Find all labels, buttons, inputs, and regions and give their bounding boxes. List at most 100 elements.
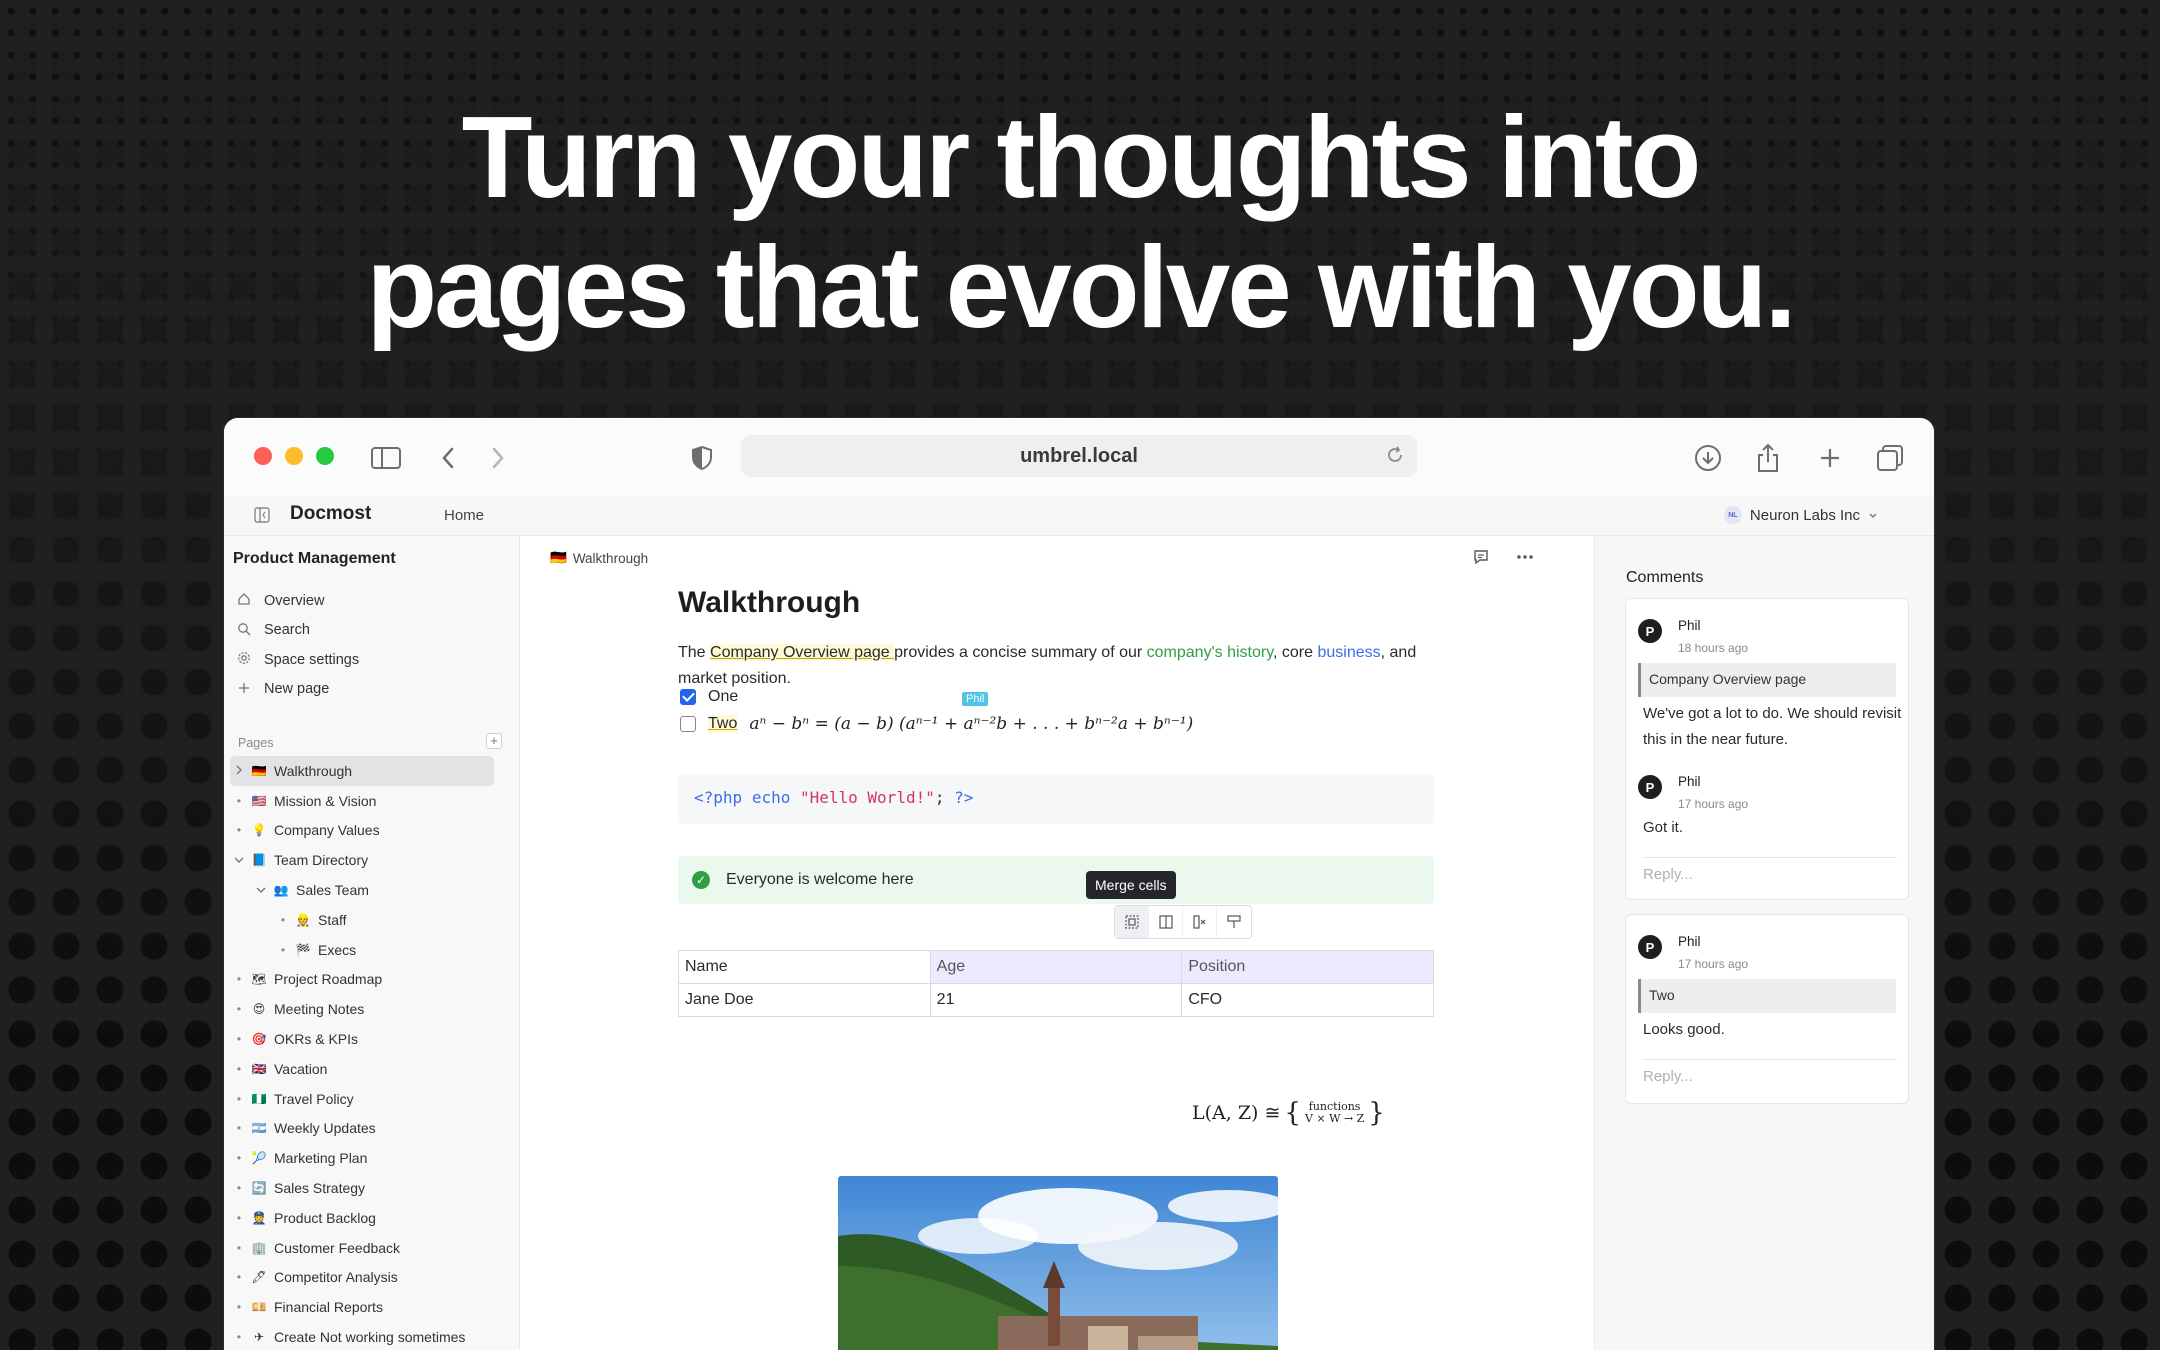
close-window-button[interactable] — [254, 447, 272, 465]
downloads-icon[interactable] — [1692, 442, 1724, 474]
history-link[interactable]: company's history — [1147, 644, 1273, 661]
table-row: Jane Doe 21 CFO — [678, 983, 1434, 1017]
page-tree-item[interactable]: • 🎯 OKRs & KPIs — [230, 1024, 514, 1054]
page-tree-item[interactable]: • 🔄 Sales Strategy — [230, 1173, 514, 1203]
comments-toggle-icon[interactable] — [1472, 548, 1490, 571]
page-tree-item[interactable]: • 🇬🇧 Vacation — [230, 1054, 514, 1084]
window-controls — [254, 447, 334, 465]
page-tree-item[interactable]: 📘 Team Directory — [230, 845, 514, 875]
landscape-image[interactable] — [838, 1176, 1278, 1350]
table-header-cell[interactable]: Age — [929, 950, 1183, 984]
page-tree-item[interactable]: • ✈ Create Not working sometimes — [230, 1322, 514, 1350]
reply-input[interactable]: Reply... — [1643, 1059, 1897, 1085]
add-page-button[interactable]: + — [486, 733, 502, 749]
page-tree-item[interactable]: • 💡 Company Values — [230, 816, 514, 846]
page-tree-item[interactable]: • 👷 Staff — [230, 905, 514, 935]
task-label[interactable]: Two — [708, 715, 738, 733]
bullet-icon: • — [236, 1151, 242, 1166]
tab-overview-icon[interactable] — [1874, 442, 1906, 474]
page-tree-item[interactable]: • 💴 Financial Reports — [230, 1292, 514, 1322]
app-header: Docmost Home NL Neuron Labs Inc — [224, 496, 1934, 536]
maximize-window-button[interactable] — [316, 447, 334, 465]
page-title[interactable]: Walkthrough — [678, 586, 860, 620]
commented-text-link[interactable]: Company Overview page — [710, 644, 895, 661]
page-emoji: 🗺 — [251, 972, 267, 987]
more-options-icon[interactable] — [1516, 548, 1534, 571]
task-label[interactable]: One — [708, 688, 738, 706]
back-icon[interactable] — [432, 442, 464, 474]
table-cell[interactable]: Jane Doe — [678, 983, 931, 1017]
sidebar-item-new-page[interactable]: New page — [236, 675, 359, 705]
page-emoji: 😍 — [252, 1002, 266, 1017]
page-emoji: 👥 — [273, 883, 289, 898]
bullet-icon: • — [236, 1330, 242, 1345]
sidebar-item-overview[interactable]: Overview — [236, 586, 359, 616]
page-tree-item[interactable]: • 😍 Meeting Notes — [230, 994, 514, 1024]
bullet-icon: • — [236, 1240, 242, 1255]
business-link[interactable]: business — [1317, 644, 1380, 661]
home-link[interactable]: Home — [444, 507, 484, 524]
bullet-icon: • — [236, 1300, 242, 1315]
sidebar-toggle-icon[interactable] — [370, 442, 402, 474]
page-tree-item[interactable]: • 🏢 Customer Feedback — [230, 1233, 514, 1263]
page-actions — [1472, 548, 1534, 571]
sidebar-collapse-icon[interactable] — [254, 507, 270, 528]
code-block[interactable]: <?php echo "Hello World!"; ?> — [678, 774, 1434, 824]
sidebar-item-search[interactable]: Search — [236, 616, 359, 646]
block-equation[interactable]: L(A, Z) ≅ { functions V × W → Z } — [1192, 1098, 1385, 1128]
app-brand[interactable]: Docmost — [290, 503, 371, 525]
task-checkbox[interactable] — [680, 716, 696, 732]
intro-paragraph[interactable]: The Company Overview page provides a con… — [678, 640, 1438, 692]
avatar: P — [1638, 619, 1662, 643]
page-tree-item[interactable]: • 🖊 Competitor Analysis — [230, 1263, 514, 1293]
page-tree-item[interactable]: • 🏁 Execs — [230, 935, 514, 965]
page-tree-item[interactable]: • 🇳🇬 Travel Policy — [230, 1084, 514, 1114]
callout-block[interactable]: ✓ Everyone is welcome here — [678, 856, 1434, 904]
bullet-icon: • — [236, 1121, 242, 1136]
new-tab-icon[interactable] — [1814, 442, 1846, 474]
chevron-right-icon[interactable] — [230, 764, 248, 778]
task-checkbox[interactable] — [680, 689, 696, 705]
address-bar[interactable]: umbrel.local — [741, 435, 1417, 477]
comment-quote[interactable]: Two — [1638, 979, 1896, 1013]
privacy-shield-icon[interactable] — [686, 442, 718, 474]
chevron-down-icon[interactable] — [230, 853, 248, 867]
page-tree-item-walkthrough[interactable]: 🇩🇪 Walkthrough — [230, 756, 494, 786]
page-tree-item[interactable]: 👥 Sales Team — [230, 875, 514, 905]
comment-author: Phil — [1678, 934, 1701, 949]
sidebar-item-label: Search — [264, 622, 310, 639]
page-tree: 🇩🇪 Walkthrough • 🇺🇸 Mission & Vision • 💡… — [230, 756, 514, 1350]
bullet-icon: • — [236, 823, 242, 838]
page-tree-item[interactable]: • 🇦🇷 Weekly Updates — [230, 1114, 514, 1144]
share-icon[interactable] — [1752, 442, 1784, 474]
split-cell-icon[interactable] — [1149, 906, 1183, 938]
forward-icon[interactable] — [482, 442, 514, 474]
table-header-cell[interactable]: Name — [678, 950, 931, 984]
merge-cells-icon[interactable] — [1115, 906, 1149, 938]
page-tree-label: Project Roadmap — [274, 971, 383, 988]
table-cell[interactable]: 21 — [929, 983, 1183, 1017]
browser-toolbar: umbrel.local — [224, 418, 1934, 496]
delete-column-icon[interactable] — [1183, 906, 1217, 938]
chevron-down-icon[interactable] — [252, 883, 270, 897]
equation-lhs: L(A, Z) ≅ — [1192, 1102, 1281, 1124]
sidebar-item-space-settings[interactable]: Space settings — [236, 645, 359, 675]
minimize-window-button[interactable] — [285, 447, 303, 465]
data-table: Name Age Position Jane Doe 21 CFO — [678, 950, 1434, 1017]
table-header-cell[interactable]: Position — [1181, 950, 1434, 984]
page-emoji: ✈ — [253, 1330, 265, 1345]
workspace-switcher[interactable]: NL Neuron Labs Inc — [1723, 506, 1878, 524]
toggle-header-icon[interactable] — [1217, 906, 1251, 938]
inline-equation[interactable]: aⁿ − bⁿ = (a − b) (aⁿ⁻¹ + aⁿ⁻²b + . . . … — [749, 714, 1193, 734]
breadcrumb[interactable]: 🇩🇪 Walkthrough — [550, 550, 648, 566]
page-tree-item[interactable]: • 👮 Product Backlog — [230, 1203, 514, 1233]
task-item: Two aⁿ − bⁿ = (a − b) (aⁿ⁻¹ + aⁿ⁻²b + . … — [680, 714, 1193, 734]
page-tree-item[interactable]: • 🇺🇸 Mission & Vision — [230, 786, 514, 816]
page-tree-item[interactable]: • 🎾 Marketing Plan — [230, 1143, 514, 1173]
reload-icon[interactable] — [1385, 445, 1405, 471]
page-emoji: 👮 — [251, 1210, 267, 1225]
page-tree-item[interactable]: • 🗺 Project Roadmap — [230, 965, 514, 995]
reply-input[interactable]: Reply... — [1643, 857, 1897, 883]
table-cell[interactable]: CFO — [1181, 983, 1434, 1017]
comment-quote[interactable]: Company Overview page — [1638, 663, 1896, 697]
